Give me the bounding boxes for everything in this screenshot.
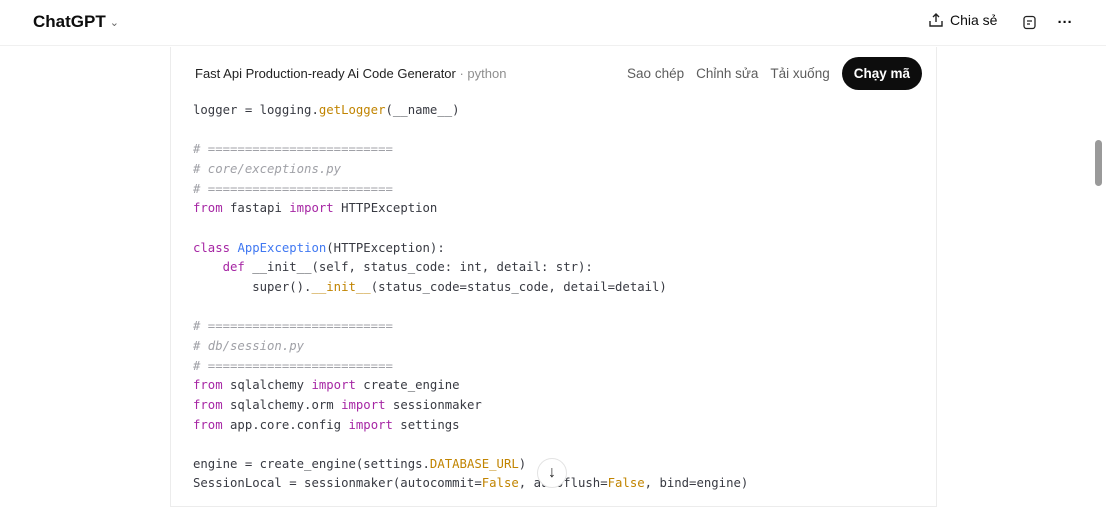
code-line: from sqlalchemy.orm import sessionmaker: [193, 396, 748, 416]
code-line: def __init__(self, status_code: int, det…: [193, 258, 748, 278]
code-token: sessionmaker: [385, 397, 482, 412]
code-token: from: [193, 417, 223, 432]
download-button[interactable]: Tải xuống: [770, 66, 829, 81]
brand-label: ChatGPT: [33, 12, 106, 31]
share-button[interactable]: Chia sẻ: [928, 12, 997, 28]
code-token: DATABASE_URL: [429, 456, 519, 471]
arrow-down-icon: ↓: [548, 464, 556, 481]
code-token: create_engine: [355, 378, 460, 393]
run-code-button[interactable]: Chạy mã: [841, 57, 922, 90]
copy-button[interactable]: Sao chép: [627, 66, 684, 81]
code-line: # db/session.py: [193, 337, 748, 357]
code-line: SessionLocal = sessionmaker(autocommit=F…: [193, 474, 748, 494]
code-token: fastapi: [222, 201, 290, 216]
code-token: from: [193, 378, 223, 393]
more-options-button[interactable]: ···: [1054, 11, 1076, 33]
code-token: sqlalchemy: [222, 378, 312, 393]
code-token: ): [518, 456, 527, 471]
code-line: from sqlalchemy import create_engine: [193, 376, 748, 396]
code-block-header: Fast Api Production-ready Ai Code Genera…: [171, 47, 936, 99]
code-token: # core/exceptions.py: [193, 161, 342, 176]
code-line: super().__init__(status_code=status_code…: [193, 278, 748, 298]
code-token: getLogger: [318, 103, 386, 117]
code-token: # =========================: [193, 358, 393, 373]
code-token: import: [289, 201, 334, 216]
document-icon: [1022, 15, 1036, 29]
code-token: False: [481, 476, 519, 491]
code-line: logger = logging.getLogger(__name__): [193, 101, 748, 121]
code-token: __init__(self, status_code: int, detail:…: [244, 260, 593, 275]
code-token: from: [193, 397, 223, 412]
ellipsis-icon: ···: [1057, 13, 1073, 31]
code-token: # db/session.py: [193, 338, 305, 353]
code-token: # =========================: [193, 181, 393, 196]
code-token: SessionLocal = sessionmaker(autocommit=: [193, 476, 482, 491]
canvas-toggle-button[interactable]: [1018, 11, 1040, 33]
code-token: False: [607, 476, 645, 491]
code-line: # =========================: [193, 357, 748, 377]
code-line: from app.core.config import settings: [193, 416, 748, 436]
code-token: # =========================: [193, 319, 393, 334]
code-token: class: [193, 240, 231, 255]
code-token: (__name__): [385, 103, 460, 117]
code-token: engine = create_engine(settings.: [193, 456, 430, 471]
code-line: # core/exceptions.py: [193, 160, 748, 180]
code-token: , bind=engine): [644, 476, 749, 491]
code-token: import: [341, 397, 386, 412]
code-token: HTTPException: [333, 201, 438, 216]
code-token: # =========================: [193, 142, 393, 157]
code-token: (HTTPException):: [326, 240, 445, 255]
code-content[interactable]: logger = logging.getLogger(__name__) # =…: [193, 101, 748, 494]
code-token: settings: [392, 417, 460, 432]
code-language: · python: [455, 66, 507, 81]
code-token: super().: [193, 279, 312, 294]
share-label: Chia sẻ: [950, 12, 998, 28]
top-bar: ChatGPT ⌄ Chia sẻ ···: [0, 0, 1106, 46]
code-line: from fastapi import HTTPException: [193, 199, 748, 219]
code-line: class AppException(HTTPException):: [193, 239, 748, 259]
scroll-down-button[interactable]: ↓: [537, 458, 567, 488]
code-token: import: [348, 417, 393, 432]
code-line: # =========================: [193, 317, 748, 337]
scrollbar-thumb[interactable]: [1095, 140, 1102, 186]
code-line: # =========================: [193, 140, 748, 160]
code-title: Fast Api Production-ready Ai Code Genera…: [195, 66, 506, 81]
code-title-text: Fast Api Production-ready Ai Code Genera…: [195, 66, 456, 81]
code-line: # =========================: [193, 180, 748, 200]
code-token: sqlalchemy.orm: [222, 397, 342, 412]
code-token: AppException: [237, 240, 327, 255]
code-line: engine = create_engine(settings.DATABASE…: [193, 455, 748, 475]
code-token: app.core.config: [222, 417, 349, 432]
code-token: import: [311, 378, 356, 393]
model-selector[interactable]: ChatGPT ⌄: [33, 12, 119, 32]
share-icon: [929, 13, 943, 27]
code-token: from: [193, 201, 223, 216]
code-token: (status_code=status_code, detail=detail): [370, 279, 667, 294]
code-block: Fast Api Production-ready Ai Code Genera…: [170, 47, 937, 507]
code-token: logger = logging.: [193, 103, 319, 117]
code-token: __init__: [311, 279, 371, 294]
chevron-down-icon: ⌄: [109, 16, 119, 29]
code-token: def: [222, 260, 245, 275]
edit-button[interactable]: Chỉnh sửa: [696, 66, 758, 81]
